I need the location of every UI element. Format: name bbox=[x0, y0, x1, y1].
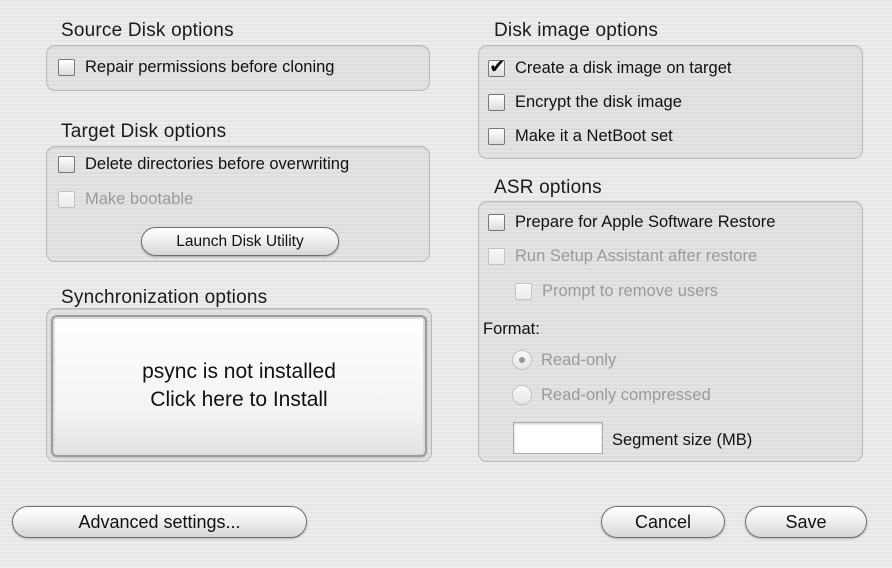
netboot-set-label: Make it a NetBoot set bbox=[515, 127, 673, 145]
target-disk-title: Target Disk options bbox=[61, 121, 227, 142]
prepare-asr-checkbox[interactable]: Prepare for Apple Software Restore bbox=[488, 213, 775, 232]
run-setup-assistant-label: Run Setup Assistant after restore bbox=[515, 247, 758, 265]
make-bootable-checkbox[interactable]: Make bootable bbox=[58, 190, 193, 209]
sync-title: Synchronization options bbox=[61, 287, 268, 308]
sync-group: psync is not installed Click here to Ins… bbox=[46, 308, 432, 462]
psync-status-text: psync is not installed bbox=[142, 360, 336, 383]
delete-directories-checkbox[interactable]: Delete directories before overwriting bbox=[58, 155, 349, 174]
checkbox-icon[interactable] bbox=[515, 283, 532, 300]
run-setup-assistant-checkbox[interactable]: Run Setup Assistant after restore bbox=[488, 247, 757, 266]
checkbox-checked-icon[interactable] bbox=[488, 54, 506, 78]
encrypt-disk-image-checkbox[interactable]: Encrypt the disk image bbox=[488, 93, 682, 112]
source-disk-group: Repair permissions before cloning bbox=[46, 45, 430, 91]
create-disk-image-checkbox[interactable]: Create a disk image on target bbox=[488, 54, 732, 78]
checkbox-icon[interactable] bbox=[488, 128, 505, 145]
encrypt-disk-image-label: Encrypt the disk image bbox=[515, 93, 682, 111]
make-bootable-label: Make bootable bbox=[85, 190, 194, 208]
source-disk-title: Source Disk options bbox=[61, 20, 234, 41]
repair-permissions-checkbox[interactable]: Repair permissions before cloning bbox=[58, 58, 334, 77]
target-disk-group: Delete directories before overwriting Ma… bbox=[46, 146, 430, 262]
repair-permissions-label: Repair permissions before cloning bbox=[85, 58, 335, 76]
prompt-remove-users-checkbox[interactable]: Prompt to remove users bbox=[515, 282, 718, 301]
format-radio-read-only[interactable]: Read-only bbox=[512, 350, 616, 370]
format-option-label: Read-only bbox=[541, 350, 617, 369]
asr-group: Prepare for Apple Software Restore Run S… bbox=[478, 201, 863, 462]
prompt-remove-users-label: Prompt to remove users bbox=[542, 282, 719, 300]
format-label: Format: bbox=[483, 320, 540, 338]
disk-image-group: Create a disk image on target Encrypt th… bbox=[478, 45, 863, 159]
cancel-button[interactable]: Cancel bbox=[601, 506, 725, 538]
delete-directories-label: Delete directories before overwriting bbox=[85, 155, 350, 173]
launch-disk-utility-button[interactable]: Launch Disk Utility bbox=[141, 227, 339, 256]
checkbox-icon[interactable] bbox=[58, 191, 75, 208]
advanced-settings-button[interactable]: Advanced settings... bbox=[12, 506, 307, 538]
psync-install-text: Click here to Install bbox=[150, 388, 328, 411]
segment-size-label: Segment size (MB) bbox=[612, 431, 753, 449]
netboot-set-checkbox[interactable]: Make it a NetBoot set bbox=[488, 127, 673, 146]
segment-size-input[interactable] bbox=[513, 422, 603, 454]
checkbox-icon[interactable] bbox=[58, 156, 75, 173]
create-disk-image-label: Create a disk image on target bbox=[515, 59, 732, 77]
radio-icon[interactable] bbox=[512, 385, 532, 405]
format-radio-read-only-compressed[interactable]: Read-only compressed bbox=[512, 385, 711, 405]
prepare-asr-label: Prepare for Apple Software Restore bbox=[515, 213, 776, 231]
checkbox-icon[interactable] bbox=[58, 59, 75, 76]
asr-title: ASR options bbox=[494, 177, 602, 198]
checkbox-icon[interactable] bbox=[488, 94, 505, 111]
checkbox-icon[interactable] bbox=[488, 214, 505, 231]
install-psync-button[interactable]: psync is not installed Click here to Ins… bbox=[51, 315, 427, 457]
save-button[interactable]: Save bbox=[745, 506, 867, 538]
radio-selected-icon[interactable] bbox=[512, 350, 532, 370]
format-option-label: Read-only compressed bbox=[541, 385, 711, 404]
checkbox-icon[interactable] bbox=[488, 248, 505, 265]
disk-image-title: Disk image options bbox=[494, 20, 659, 41]
